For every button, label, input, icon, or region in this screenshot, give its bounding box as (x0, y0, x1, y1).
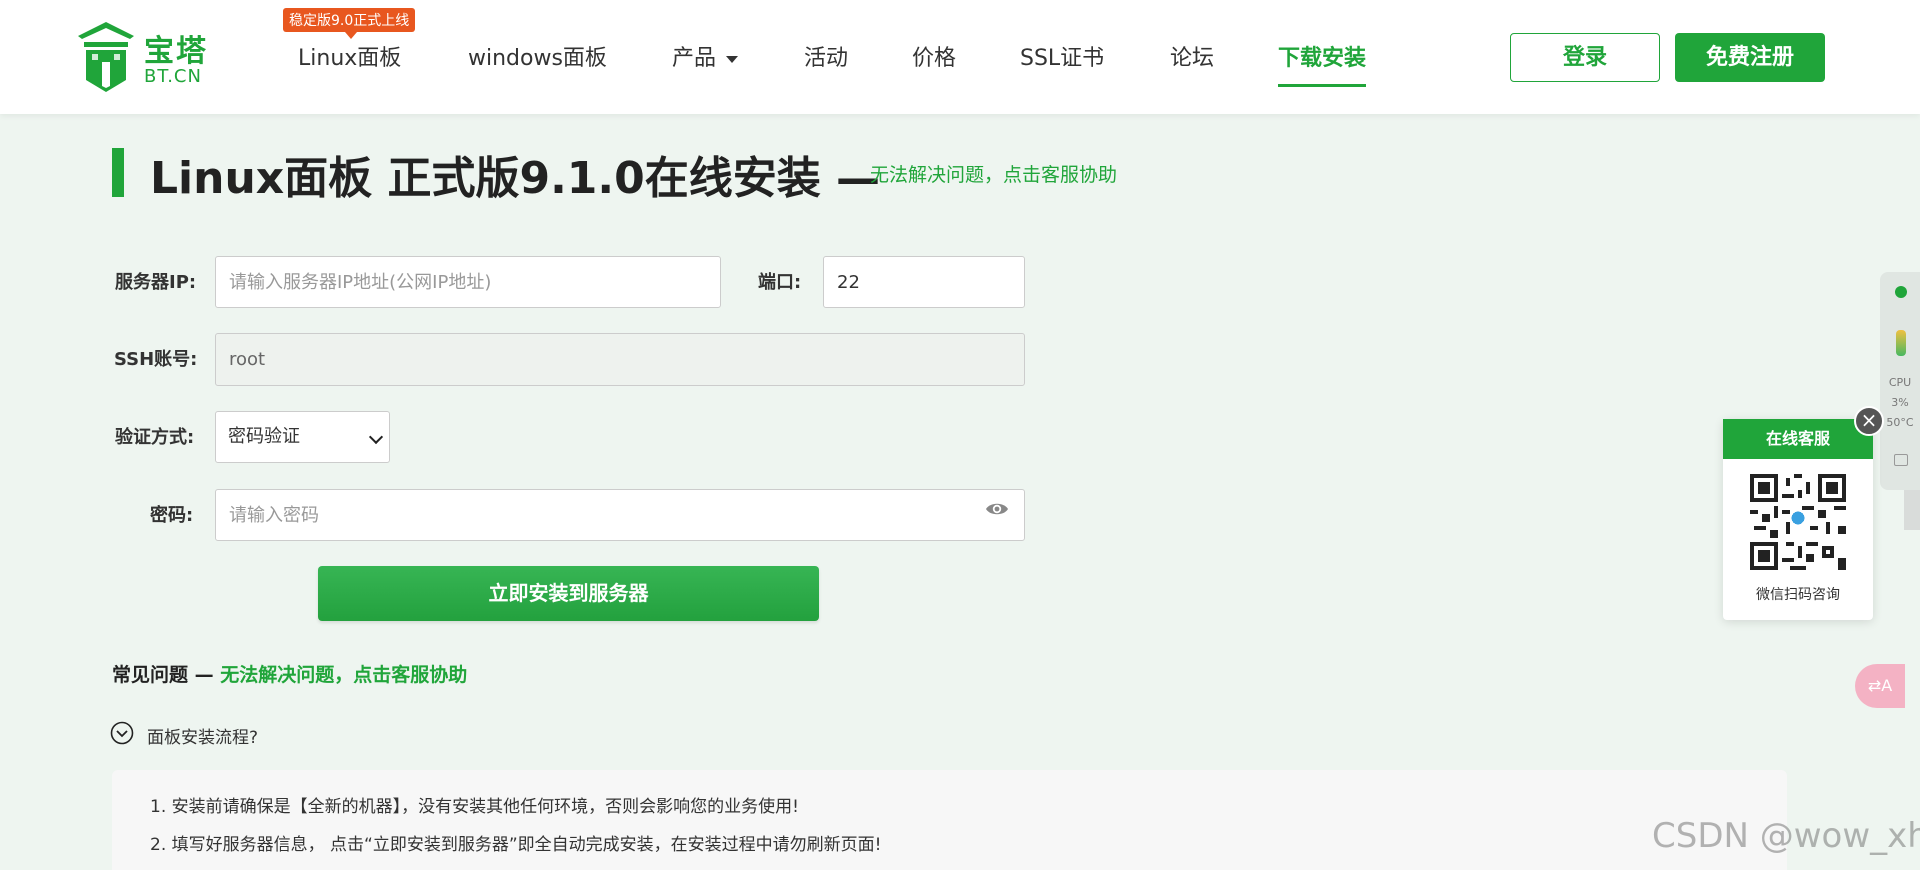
auth-method-label: 验证方式: (115, 427, 195, 448)
cpu-label: CPU (1888, 376, 1912, 389)
logo-text-cn: 宝塔 (144, 34, 208, 69)
nav-products-label: 产品 (672, 46, 717, 71)
chevron-down-icon (726, 55, 739, 63)
cpu-value: 3% (1891, 396, 1909, 409)
title-help-link[interactable]: 无法解决问题，点击客服协助 (870, 160, 1117, 187)
faq-answer-line: 1. 安装前请确保是【全新的机器】，没有安装其他任何环境，否则会影响您的业务使用… (150, 797, 799, 817)
title-accent-bar (112, 148, 124, 197)
install-to-server-button[interactable]: 立即安装到服务器 (318, 566, 819, 621)
server-ip-input[interactable] (215, 256, 721, 308)
customer-service-title[interactable]: 在线客服 (1723, 419, 1873, 459)
nav-activities[interactable]: 活动 (804, 40, 848, 80)
eye-icon[interactable] (985, 500, 1009, 518)
nav-download-install[interactable]: 下载安装 (1278, 40, 1367, 87)
faq-help-link[interactable]: 无法解决问题，点击客服协助 (220, 664, 467, 686)
release-badge: 稳定版9.0正式上线 (283, 8, 416, 39)
bt-logo[interactable]: 宝塔 BT.CN (74, 20, 214, 94)
nav-linux-panel[interactable]: Linux面板 (298, 40, 401, 80)
translate-icon[interactable]: ⇄A (1855, 664, 1905, 708)
register-button[interactable]: 免费注册 (1675, 33, 1825, 82)
login-button[interactable]: 登录 (1510, 33, 1660, 82)
close-icon[interactable]: × (1854, 406, 1884, 436)
chevron-circle-down-icon[interactable] (110, 721, 134, 745)
faq-title-text: 常见问题 — (112, 664, 214, 686)
customer-service-panel: 在线客服 微信扫码咨询 (1723, 419, 1873, 620)
nav-pricing[interactable]: 价格 (912, 40, 956, 80)
watermark: CSDN @wow_xh (1652, 816, 1920, 856)
faq-title: 常见问题 — 无法解决问题，点击客服协助 (112, 660, 467, 687)
page-title: Linux面板 正式版9.1.0在线安装 — (150, 153, 881, 204)
site-header: 宝塔 BT.CN 稳定版9.0正式上线 Linux面板 windows面板 产品… (0, 0, 1920, 114)
port-label: 端口: (758, 272, 802, 293)
qr-code-icon (1750, 474, 1846, 570)
auth-method-value: 密码验证 (228, 426, 300, 447)
port-input[interactable] (823, 256, 1025, 308)
nav-forum[interactable]: 论坛 (1170, 40, 1214, 80)
status-dot-icon (1895, 286, 1907, 298)
auth-method-select[interactable]: 密码验证 (215, 411, 390, 463)
password-input[interactable] (215, 489, 1025, 541)
nav-products[interactable]: 产品 (672, 40, 739, 80)
ssh-account-label: SSH账号: (114, 349, 198, 370)
logo-text-en: BT.CN (144, 66, 202, 87)
faq-answer-line: 2. 填写好服务器信息， 点击“立即安装到服务器”即全自动完成安装，在安装过程中… (150, 835, 882, 855)
system-monitor-widget: CPU 3% 50°C (1880, 272, 1920, 490)
temperature-value: 50°C (1886, 416, 1914, 429)
camera-icon[interactable] (1894, 454, 1908, 466)
ssh-account-input[interactable] (215, 333, 1025, 386)
nav-windows-panel[interactable]: windows面板 (468, 40, 607, 80)
nav-ssl-cert[interactable]: SSL证书 (1020, 40, 1104, 80)
cpu-meter-icon (1896, 330, 1906, 356)
faq-question-install-process[interactable]: 面板安装流程? (147, 723, 258, 748)
faq-answer-panel: 1. 安装前请确保是【全新的机器】，没有安装其他任何环境，否则会影响您的业务使用… (112, 770, 1787, 870)
server-ip-label: 服务器IP: (115, 272, 197, 293)
customer-service-caption: 微信扫码咨询 (1756, 587, 1840, 603)
pagoda-logo-icon (78, 22, 134, 92)
password-label: 密码: (150, 505, 194, 526)
chevron-down-icon (368, 429, 384, 445)
